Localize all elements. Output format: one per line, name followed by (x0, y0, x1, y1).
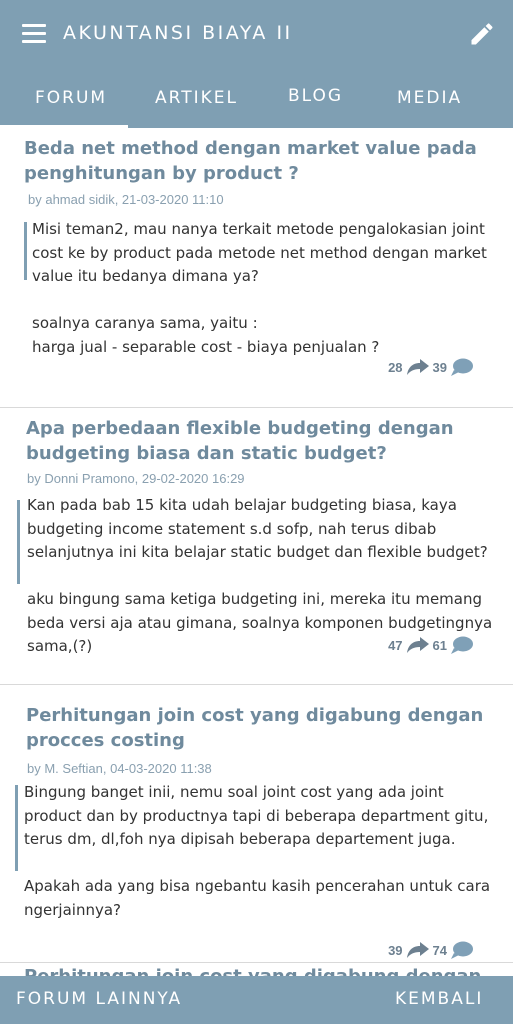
share-count: 28 (388, 359, 403, 375)
tab-media[interactable]: MEDIA (397, 88, 462, 108)
post-title[interactable]: Apa perbedaan flexible budgeting dengan … (26, 416, 496, 466)
post-body: Misi teman2, mau nanya terkait metode pe… (32, 220, 487, 356)
post-title[interactable]: Perhitungan join cost yang digabung deng… (26, 703, 496, 753)
share-count: 39 (388, 942, 403, 958)
comment-count: 39 (432, 359, 447, 375)
tab-blog[interactable]: BLOG (288, 86, 343, 106)
comment-icon[interactable] (451, 358, 473, 376)
app-header: AKUNTANSI BIAYA II FORUM ARTIKEL BLOG ME… (0, 0, 513, 128)
pencil-edit-icon[interactable] (468, 20, 496, 48)
tab-forum[interactable]: FORUM (35, 88, 107, 108)
share-count: 47 (388, 637, 403, 653)
comment-icon[interactable] (451, 941, 473, 959)
post-title[interactable]: Beda net method dengan market value pada… (24, 136, 494, 186)
forum-post[interactable]: Perhitungan join cost yang digabung deng… (0, 963, 513, 976)
toolbar: AKUNTANSI BIAYA II (0, 0, 513, 70)
tab-bar: FORUM ARTIKEL BLOG MEDIA (0, 76, 513, 128)
forum-post[interactable]: Apa perbedaan flexible budgeting dengan … (0, 408, 513, 685)
forum-post[interactable]: Perhitungan join cost yang digabung deng… (0, 685, 513, 963)
post-meta: by M. Seftian, 04-03-2020 11:38 (27, 761, 212, 776)
more-forum-button[interactable]: FORUM LAINNYA (16, 989, 182, 1009)
post-meta: by Donni Pramono, 29-02-2020 16:29 (27, 471, 245, 486)
share-icon[interactable] (406, 637, 429, 653)
hamburger-menu-icon[interactable] (22, 24, 48, 44)
post-stats: 39 74 (388, 939, 473, 961)
quote-bar (17, 500, 20, 584)
share-icon[interactable] (406, 359, 429, 375)
tab-artikel[interactable]: ARTIKEL (155, 88, 238, 108)
app-title: AKUNTANSI BIAYA II (63, 22, 293, 44)
comment-count: 74 (432, 942, 447, 958)
share-icon[interactable] (406, 942, 429, 958)
quote-bar (15, 785, 18, 871)
forum-post[interactable]: Beda net method dengan market value pada… (0, 128, 513, 408)
post-title[interactable]: Perhitungan join cost yang digabung deng… (24, 964, 494, 976)
quote-bar (24, 222, 27, 280)
post-body: Bingung banget inii, nemu soal joint cos… (24, 783, 491, 919)
comment-icon[interactable] (451, 636, 473, 654)
back-button[interactable]: KEMBALI (395, 989, 483, 1009)
comment-count: 61 (432, 637, 447, 653)
post-stats: 47 61 (388, 634, 473, 656)
bottom-bar: FORUM LAINNYA KEMBALI (0, 976, 513, 1024)
forum-list[interactable]: Beda net method dengan market value pada… (0, 128, 513, 976)
post-stats: 28 39 (388, 356, 473, 378)
post-meta: by ahmad sidik, 21-03-2020 11:10 (28, 192, 224, 207)
